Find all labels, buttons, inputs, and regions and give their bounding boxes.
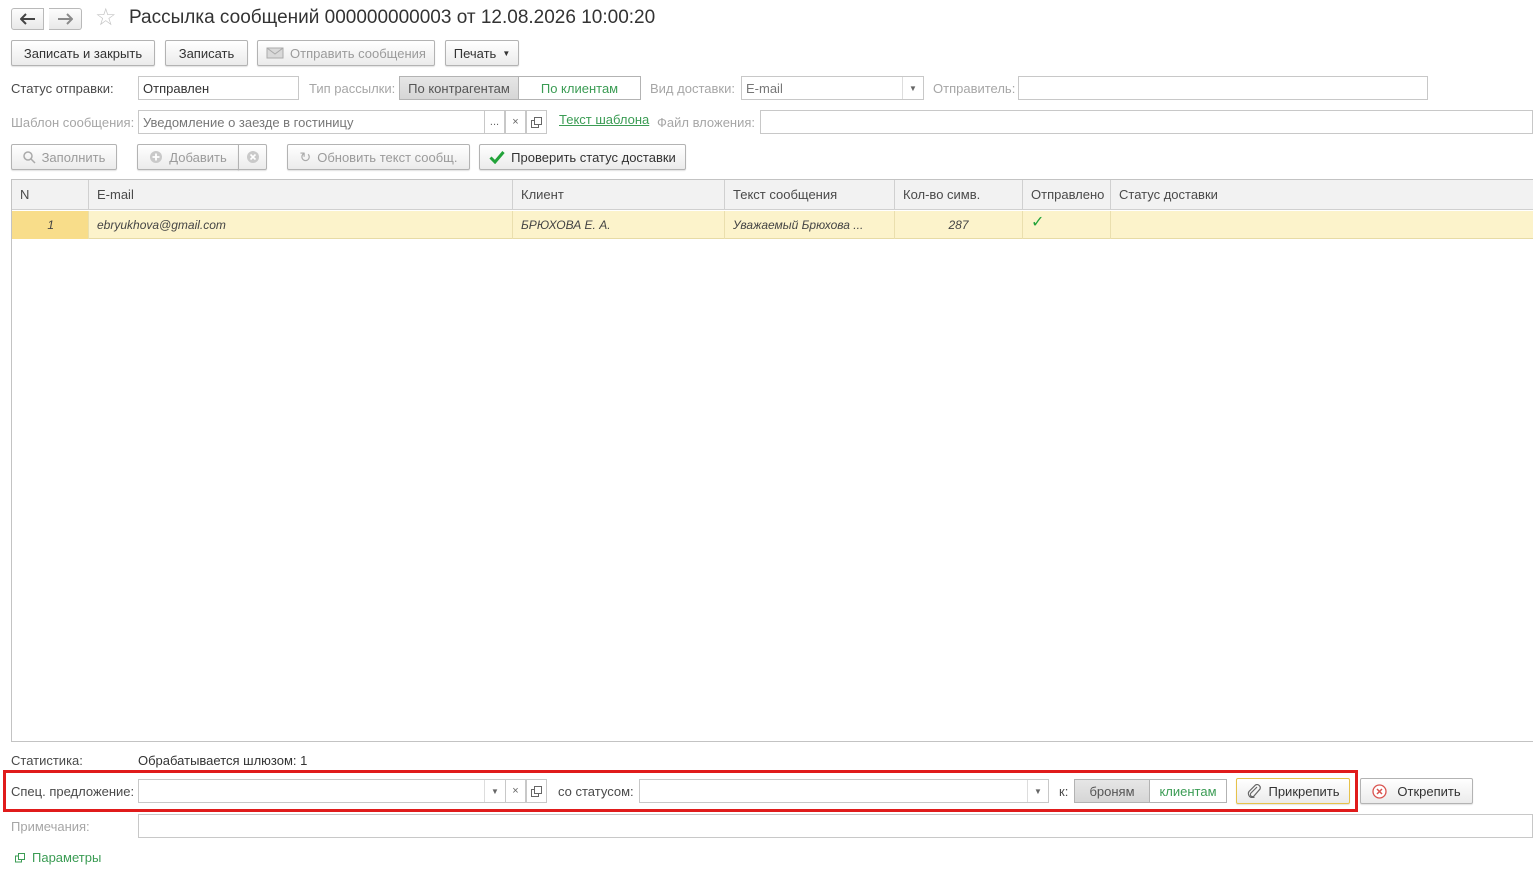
delete-icon bbox=[246, 151, 259, 163]
cell-email: ebryukhova@gmail.com bbox=[89, 211, 513, 239]
forward-button[interactable] bbox=[49, 8, 82, 30]
status-field[interactable]: Отправлен bbox=[138, 76, 299, 100]
table-header: N E-mail Клиент Текст сообщения Кол-во с… bbox=[12, 180, 1533, 210]
offer-label: Спец. предложение: bbox=[11, 784, 135, 799]
column-header-email[interactable]: E-mail bbox=[89, 180, 513, 210]
column-header-char-count[interactable]: Кол-во симв. bbox=[895, 180, 1023, 210]
check-status-label: Проверить статус доставки bbox=[511, 149, 676, 165]
type-label: Тип рассылки: bbox=[309, 81, 396, 96]
arrow-right-icon bbox=[58, 13, 73, 25]
to-option-bookings[interactable]: броням bbox=[1075, 780, 1150, 802]
params-label: Параметры bbox=[32, 850, 102, 865]
detach-button[interactable]: Открепить bbox=[1360, 778, 1473, 804]
refresh-text-button[interactable]: ↻ Обновить текст сообщ. bbox=[287, 144, 470, 170]
notes-label: Примечания: bbox=[11, 819, 90, 834]
write-button[interactable]: Записать bbox=[165, 40, 248, 66]
params-link[interactable]: Параметры bbox=[15, 850, 101, 865]
print-button[interactable]: Печать ▼ bbox=[445, 40, 519, 66]
column-header-delivery-status[interactable]: Статус доставки bbox=[1111, 180, 1533, 210]
column-header-client[interactable]: Клиент bbox=[513, 180, 725, 210]
send-icon bbox=[266, 46, 284, 60]
template-open-button[interactable] bbox=[526, 110, 547, 134]
fill-button[interactable]: Заполнить bbox=[11, 144, 117, 170]
send-messages-label: Отправить сообщения bbox=[290, 45, 426, 61]
cell-char-count: 287 bbox=[895, 211, 1023, 239]
chevron-down-icon: ▼ bbox=[909, 83, 917, 93]
stats-label: Статистика: bbox=[11, 753, 83, 768]
fill-label: Заполнить bbox=[41, 149, 106, 165]
offer-dropdown-button[interactable]: ▼ bbox=[484, 780, 505, 802]
add-label: Добавить bbox=[169, 149, 227, 165]
offer-field[interactable] bbox=[138, 779, 506, 803]
offer-clear-button[interactable]: × bbox=[505, 779, 526, 803]
offer-status-label: со статусом: bbox=[558, 784, 634, 799]
delivery-value: E-mail bbox=[746, 80, 783, 96]
delete-button[interactable] bbox=[238, 144, 267, 170]
refresh-icon: ↻ bbox=[299, 148, 312, 165]
stats-value: Обрабатывается шлюзом: 1 bbox=[138, 753, 308, 768]
delivery-label: Вид доставки: bbox=[650, 81, 735, 96]
notes-field[interactable] bbox=[138, 814, 1533, 838]
attachment-label: Файл вложения: bbox=[657, 115, 756, 130]
chevron-down-icon: ▼ bbox=[491, 786, 499, 796]
star-icon[interactable]: ☆ bbox=[95, 5, 117, 31]
template-text-link[interactable]: Текст шаблона bbox=[559, 112, 649, 127]
back-button[interactable] bbox=[11, 8, 44, 30]
print-label: Печать bbox=[453, 45, 497, 61]
column-header-n[interactable]: N bbox=[12, 180, 89, 210]
offer-status-dropdown-button[interactable]: ▼ bbox=[1027, 780, 1048, 802]
type-option-clients[interactable]: По клиентам bbox=[519, 77, 640, 99]
attach-button[interactable]: Прикрепить bbox=[1236, 778, 1350, 804]
attachment-field[interactable] bbox=[760, 110, 1533, 134]
checkmark-icon bbox=[489, 150, 505, 164]
to-label: к: bbox=[1059, 784, 1069, 799]
offer-status-field[interactable] bbox=[639, 779, 1049, 803]
attach-label: Прикрепить bbox=[1268, 783, 1340, 799]
cell-sent: ✓ bbox=[1023, 211, 1111, 239]
close-icon bbox=[1372, 783, 1388, 799]
to-toggle: броням клиентам bbox=[1074, 779, 1227, 803]
chevron-down-icon: ▼ bbox=[1034, 786, 1042, 796]
add-button[interactable]: Добавить bbox=[137, 144, 239, 170]
type-option-contractors[interactable]: По контрагентам bbox=[400, 77, 519, 99]
template-clear-button[interactable]: × bbox=[505, 110, 526, 134]
offer-open-button[interactable] bbox=[526, 779, 547, 803]
open-icon bbox=[15, 852, 25, 862]
type-toggle: По контрагентам По клиентам bbox=[399, 76, 641, 100]
send-messages-button[interactable]: Отправить сообщения bbox=[257, 40, 435, 66]
sender-label: Отправитель: bbox=[933, 81, 1016, 96]
delivery-dropdown-button[interactable]: ▼ bbox=[902, 77, 923, 99]
cell-n: 1 bbox=[12, 211, 89, 239]
status-label: Статус отправки: bbox=[11, 81, 114, 96]
open-icon bbox=[531, 116, 542, 128]
table-row[interactable]: 1 ebryukhova@gmail.com БРЮХОВА Е. А. Ува… bbox=[12, 211, 1533, 239]
column-header-message-text[interactable]: Текст сообщения bbox=[725, 180, 895, 210]
paperclip-icon bbox=[1246, 784, 1262, 798]
write-and-close-button[interactable]: Записать и закрыть bbox=[11, 40, 155, 66]
chevron-down-icon: ▼ bbox=[502, 48, 511, 58]
recipients-table: N E-mail Клиент Текст сообщения Кол-во с… bbox=[11, 179, 1533, 742]
search-icon bbox=[22, 150, 36, 164]
open-icon bbox=[531, 785, 542, 797]
to-option-clients[interactable]: клиентам bbox=[1150, 780, 1226, 802]
cell-delivery-status bbox=[1111, 211, 1533, 239]
delivery-select[interactable]: E-mail bbox=[741, 76, 924, 100]
plus-icon bbox=[149, 150, 163, 164]
detach-label: Открепить bbox=[1397, 783, 1461, 799]
template-field[interactable]: Уведомление о заезде в гостиницу bbox=[138, 110, 486, 134]
check-status-button[interactable]: Проверить статус доставки bbox=[479, 144, 686, 170]
arrow-left-icon bbox=[19, 13, 35, 25]
cell-client: БРЮХОВА Е. А. bbox=[513, 211, 725, 239]
column-header-sent[interactable]: Отправлено bbox=[1023, 180, 1111, 210]
page-title: Рассылка сообщений 000000000003 от 12.08… bbox=[129, 7, 656, 28]
template-choose-button[interactable]: ... bbox=[484, 110, 505, 134]
sender-field[interactable] bbox=[1018, 76, 1428, 100]
refresh-text-label: Обновить текст сообщ. bbox=[317, 149, 458, 165]
template-label: Шаблон сообщения: bbox=[11, 115, 135, 130]
cell-message-text: Уважаемый Брюхова ... bbox=[725, 211, 895, 239]
